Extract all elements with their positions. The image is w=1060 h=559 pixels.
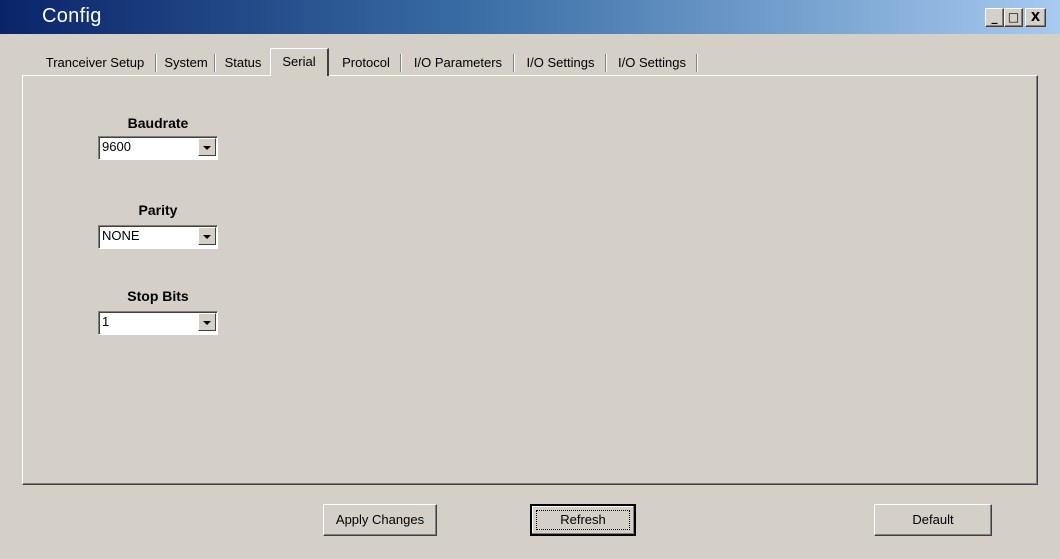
tab-io-settings-1[interactable]: I/O Settings bbox=[515, 52, 606, 74]
baudrate-label: Baudrate bbox=[127, 115, 189, 131]
parity-value: NONE bbox=[102, 228, 140, 243]
chevron-down-icon[interactable] bbox=[198, 313, 216, 331]
tab-tranceiver-setup[interactable]: Tranceiver Setup bbox=[34, 52, 156, 74]
apply-changes-button[interactable]: Apply Changes bbox=[323, 504, 437, 536]
stop-bits-value: 1 bbox=[102, 314, 110, 329]
stop-bits-combo[interactable]: 1 bbox=[98, 311, 218, 335]
tab-status[interactable]: Status bbox=[216, 52, 270, 74]
parity-label: Parity bbox=[138, 202, 178, 218]
title-bar: Config bbox=[0, 0, 1060, 34]
minimize-icon[interactable]: _ bbox=[985, 8, 1004, 27]
window-title: Config bbox=[42, 5, 102, 27]
tab-io-settings-2[interactable]: I/O Settings bbox=[607, 52, 697, 74]
baudrate-combo[interactable]: 9600 bbox=[98, 136, 218, 160]
parity-combo[interactable]: NONE bbox=[98, 225, 218, 249]
tab-io-parameters[interactable]: I/O Parameters bbox=[402, 52, 514, 74]
tab-system[interactable]: System bbox=[157, 52, 215, 74]
tab-serial[interactable]: Serial bbox=[270, 48, 329, 76]
refresh-button[interactable]: Refresh bbox=[530, 504, 636, 536]
stop-bits-label: Stop Bits bbox=[127, 288, 189, 304]
default-button[interactable]: Default bbox=[874, 504, 992, 536]
chevron-down-icon[interactable] bbox=[198, 227, 216, 245]
chevron-down-icon[interactable] bbox=[198, 138, 216, 156]
baudrate-value: 9600 bbox=[102, 139, 131, 154]
close-icon[interactable]: X bbox=[1025, 8, 1046, 27]
maximize-icon[interactable]: □ bbox=[1004, 8, 1023, 27]
tab-protocol[interactable]: Protocol bbox=[331, 52, 401, 74]
